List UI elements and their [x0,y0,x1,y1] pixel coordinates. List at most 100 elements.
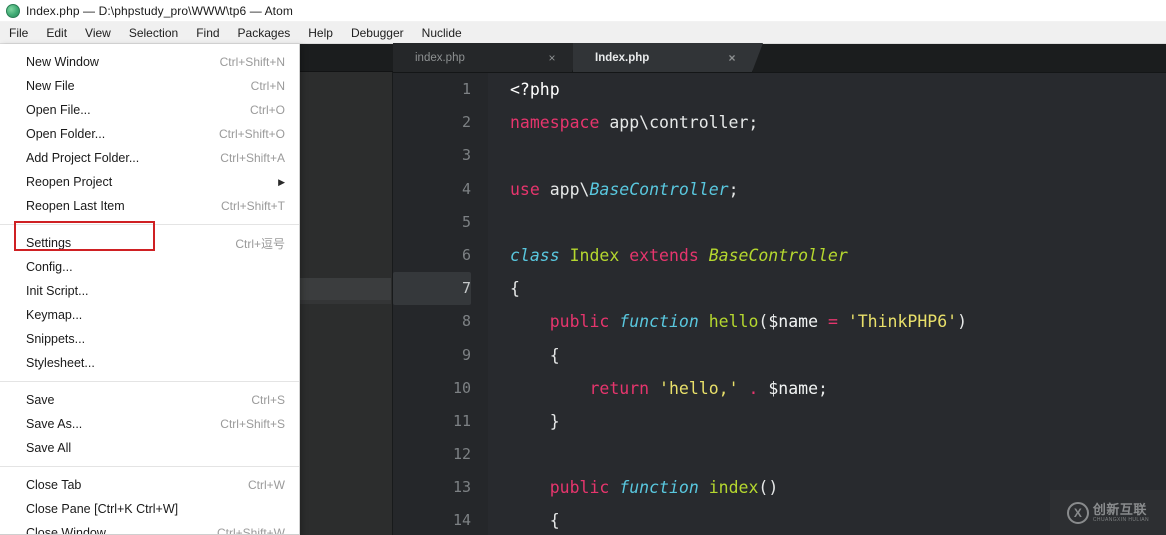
menu-item-reopen-project[interactable]: Reopen Project ▶ [0,170,299,194]
close-icon[interactable]: × [726,51,738,65]
menu-item-save-as[interactable]: Save As... Ctrl+Shift+S [0,412,299,436]
atom-editor-window: Index.php — D:\phpstudy_pro\WWW\tp6 — At… [0,0,1166,535]
tab-title: Index.php [595,51,650,64]
menu-item-stylesheet[interactable]: Stylesheet... [0,351,299,375]
code-text: return 'hello,' . $name; [510,372,828,405]
code-token: public [549,312,610,332]
watermark-text: 创新互联 CHUANGXIN HULIAN [1093,503,1149,523]
code-token: 'ThinkPHP6' [847,312,958,332]
code-token: { [510,279,520,299]
code-content[interactable]: 1 <?php 2 namespace app\controller; 3 4 use ap… [393,73,1166,535]
code-token: namespace [510,113,600,133]
menu-separator [0,466,299,467]
menu-item-open-file[interactable]: Open File... Ctrl+O [0,98,299,122]
code-line[interactable]: 12 [393,438,1166,471]
code-token: ; [728,179,739,199]
menu-item-keymap[interactable]: Keymap... [0,303,299,327]
menubar-item-edit[interactable]: Edit [37,23,76,43]
menu-item-label: Open Folder... [26,127,106,141]
menu-item-shortcut: Ctrl+S [251,393,285,407]
line-number: 12 [452,445,471,464]
watermark-cn: 创新互联 [1092,501,1147,517]
menu-item-init-script[interactable]: Init Script... [0,279,299,303]
code-line[interactable]: 2 namespace app\controller; [393,106,1166,139]
code-token: function [619,478,699,498]
watermark: X 创新互联 CHUANGXIN HULIAN [1050,490,1166,535]
menu-item-new-window[interactable]: New Window Ctrl+Shift+N [0,50,299,74]
menu-item-label: Snippets... [26,332,86,346]
menu-item-add-project-folder[interactable]: Add Project Folder... Ctrl+Shift+A [0,146,299,170]
line-number: 2 [461,113,471,132]
code-line[interactable]: 8 public function hello($name = 'ThinkPH… [393,305,1166,338]
code-editor[interactable]: 1 <?php 2 namespace app\controller; 3 4 use ap… [393,73,1166,535]
code-line[interactable]: 11 } [393,405,1166,438]
code-token: ; [818,378,828,398]
code-token: . [748,378,759,398]
code-token: app\ [539,179,590,199]
menu-item-close-pane-ctrl-k-ctrl-w[interactable]: Close Pane [Ctrl+K Ctrl+W] [0,497,299,521]
menubar-item-help[interactable]: Help [299,23,342,43]
chevron-right-icon: ▶ [278,176,285,187]
code-token: public [549,478,610,498]
menu-item-label: Settings [26,236,72,250]
editor-tab-active[interactable]: Index.php × [573,43,763,72]
menubar-item-view[interactable]: View [76,23,120,43]
code-line[interactable]: 4 use app\BaseController; [393,173,1166,206]
code-token: { [510,345,560,365]
editor-tab[interactable]: index.php × [393,43,583,72]
code-line[interactable]: 3 [393,139,1166,172]
menu-item-config[interactable]: Config... [0,255,299,279]
code-token: ) [957,312,968,332]
menubar-item-nuclide[interactable]: Nuclide [413,23,471,43]
menu-item-shortcut: Ctrl+O [249,103,285,117]
code-text: public function index() [510,471,779,504]
menubar-item-selection[interactable]: Selection [120,23,187,43]
menu-item-label: Save As... [26,417,83,431]
menu-item-close-tab[interactable]: Close Tab Ctrl+W [0,473,299,497]
code-line[interactable]: 10 return 'hello,' . $name; [393,372,1166,405]
menu-item-shortcut: Ctrl+Shift+T [220,199,285,213]
menu-item-open-folder[interactable]: Open Folder... Ctrl+Shift+O [0,122,299,146]
menu-item-new-file[interactable]: New File Ctrl+N [0,74,299,98]
menu-item-settings[interactable]: Settings Ctrl+逗号 [0,231,299,255]
code-line[interactable]: 9 { [393,339,1166,372]
menubar-item-file[interactable]: File [0,22,38,43]
file-menu-dropdown[interactable]: New Window Ctrl+Shift+N New File Ctrl+N Open… [0,44,300,535]
menubar-item-find[interactable]: Find [187,23,228,43]
close-icon[interactable]: × [546,51,558,65]
menubar-item-packages[interactable]: Packages [229,23,300,43]
line-number: 9 [461,345,471,364]
menu-item-snippets[interactable]: Snippets... [0,327,299,351]
menu-item-reopen-last-item[interactable]: Reopen Last Item Ctrl+Shift+T [0,194,299,218]
menubar-item-debugger[interactable]: Debugger [342,23,413,43]
menu-item-label: Add Project Folder... [26,151,140,165]
line-number: 1 [461,80,471,98]
menu-item-shortcut: Ctrl+Shift+S [220,417,285,431]
code-line[interactable]: 6 class Index extends BaseController [393,239,1166,272]
code-line[interactable]: 1 <?php [393,73,1166,106]
code-token: function [619,312,699,332]
code-token: BaseController [708,245,848,265]
menu-item-shortcut: Ctrl+W [248,478,285,492]
code-line[interactable]: 5 [393,206,1166,239]
code-token: } [510,411,560,431]
menu-item-label: Reopen Last Item [26,199,125,213]
watermark-logo-icon: X [1066,501,1089,524]
menu-item-label: Reopen Project [26,175,113,189]
line-number: 3 [461,146,471,165]
menu-item-save[interactable]: Save Ctrl+S [0,388,299,412]
code-token: Index [569,245,620,265]
menu-item-save-all[interactable]: Save All [0,436,299,460]
code-line[interactable]: 7{ [393,272,1166,306]
menu-item-close-window[interactable]: Close Window Ctrl+Shift+W [0,521,299,534]
menu-item-label: Save [26,393,55,407]
menu-item-label: Close Pane [Ctrl+K Ctrl+W] [26,502,179,516]
code-token: app\controller; [599,113,759,133]
